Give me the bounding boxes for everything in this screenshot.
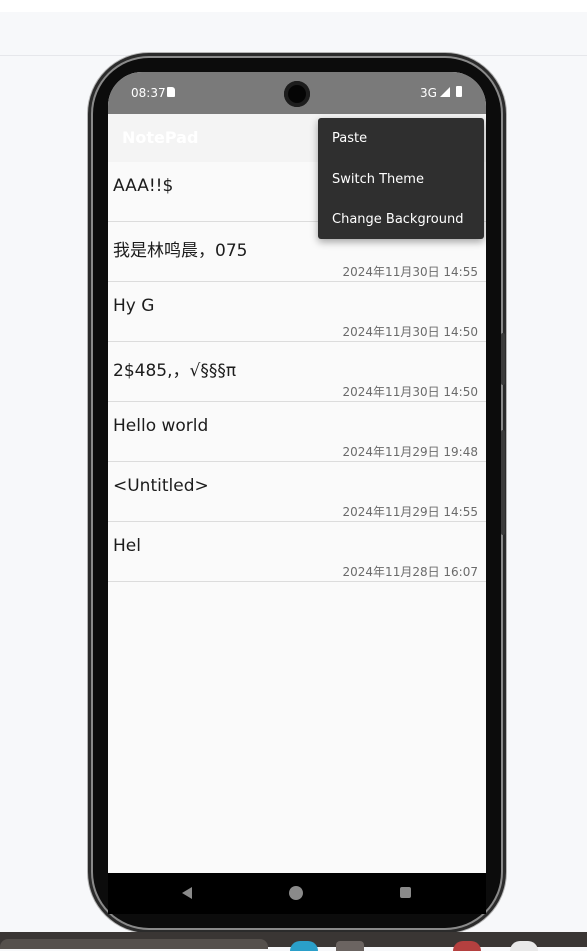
- volume-button[interactable]: [501, 333, 505, 385]
- front-camera: [284, 81, 310, 107]
- navigation-bar: [108, 873, 486, 914]
- power-button[interactable]: [501, 430, 505, 535]
- note-item[interactable]: 2$485,，√§§§π 2024年11月30日 14:50: [108, 342, 486, 402]
- recents-icon[interactable]: [400, 887, 411, 898]
- note-title: 2$485,，√§§§π: [113, 361, 237, 381]
- note-item[interactable]: Hy G 2024年11月30日 14:50: [108, 282, 486, 342]
- note-title: <Untitled>: [113, 476, 209, 496]
- phone-screen: 08:37 3G NotePad AAA!!$ 我是林鸣晨，075 2024年1…: [108, 72, 486, 873]
- menu-item-switch-theme[interactable]: Switch Theme: [332, 172, 424, 187]
- status-time: 08:37: [131, 86, 166, 100]
- note-item[interactable]: Hello world 2024年11月29日 19:48: [108, 402, 486, 462]
- battery-icon: [456, 86, 462, 97]
- status-bar: 08:37 3G: [108, 72, 486, 114]
- home-icon[interactable]: [289, 886, 303, 900]
- taskbar-app-icon[interactable]: [290, 941, 318, 951]
- note-title: Hello world: [113, 416, 209, 436]
- note-title: 我是林鸣晨，075: [113, 241, 248, 261]
- note-title: AAA!!$: [113, 176, 174, 196]
- overflow-menu: Paste Switch Theme Change Background: [318, 118, 484, 239]
- note-date: 2024年11月30日 14:50: [342, 325, 478, 339]
- note-item[interactable]: Hel 2024年11月28日 16:07: [108, 522, 486, 582]
- menu-item-change-background[interactable]: Change Background: [332, 212, 463, 227]
- note-date: 2024年11月29日 19:48: [342, 445, 478, 459]
- browser-toolbar: [0, 12, 587, 56]
- app-title: NotePad: [122, 128, 199, 147]
- back-icon[interactable]: [182, 887, 192, 899]
- note-date: 2024年11月30日 14:55: [342, 265, 478, 279]
- network-type: 3G: [420, 86, 437, 100]
- note-item[interactable]: <Untitled> 2024年11月29日 14:55: [108, 462, 486, 522]
- note-title: Hy G: [113, 296, 155, 316]
- note-date: 2024年11月29日 14:55: [342, 505, 478, 519]
- taskbar-app-icon[interactable]: [336, 941, 364, 951]
- menu-item-paste[interactable]: Paste: [332, 131, 367, 146]
- taskbar-app-icon[interactable]: [453, 941, 481, 951]
- taskbar-search[interactable]: [0, 939, 268, 949]
- note-date: 2024年11月28日 16:07: [342, 565, 478, 579]
- signal-icon: [440, 87, 450, 97]
- note-title: Hel: [113, 536, 141, 556]
- sd-card-icon: [167, 87, 175, 97]
- taskbar-app-icon[interactable]: [510, 941, 538, 951]
- note-date: 2024年11月30日 14:50: [342, 385, 478, 399]
